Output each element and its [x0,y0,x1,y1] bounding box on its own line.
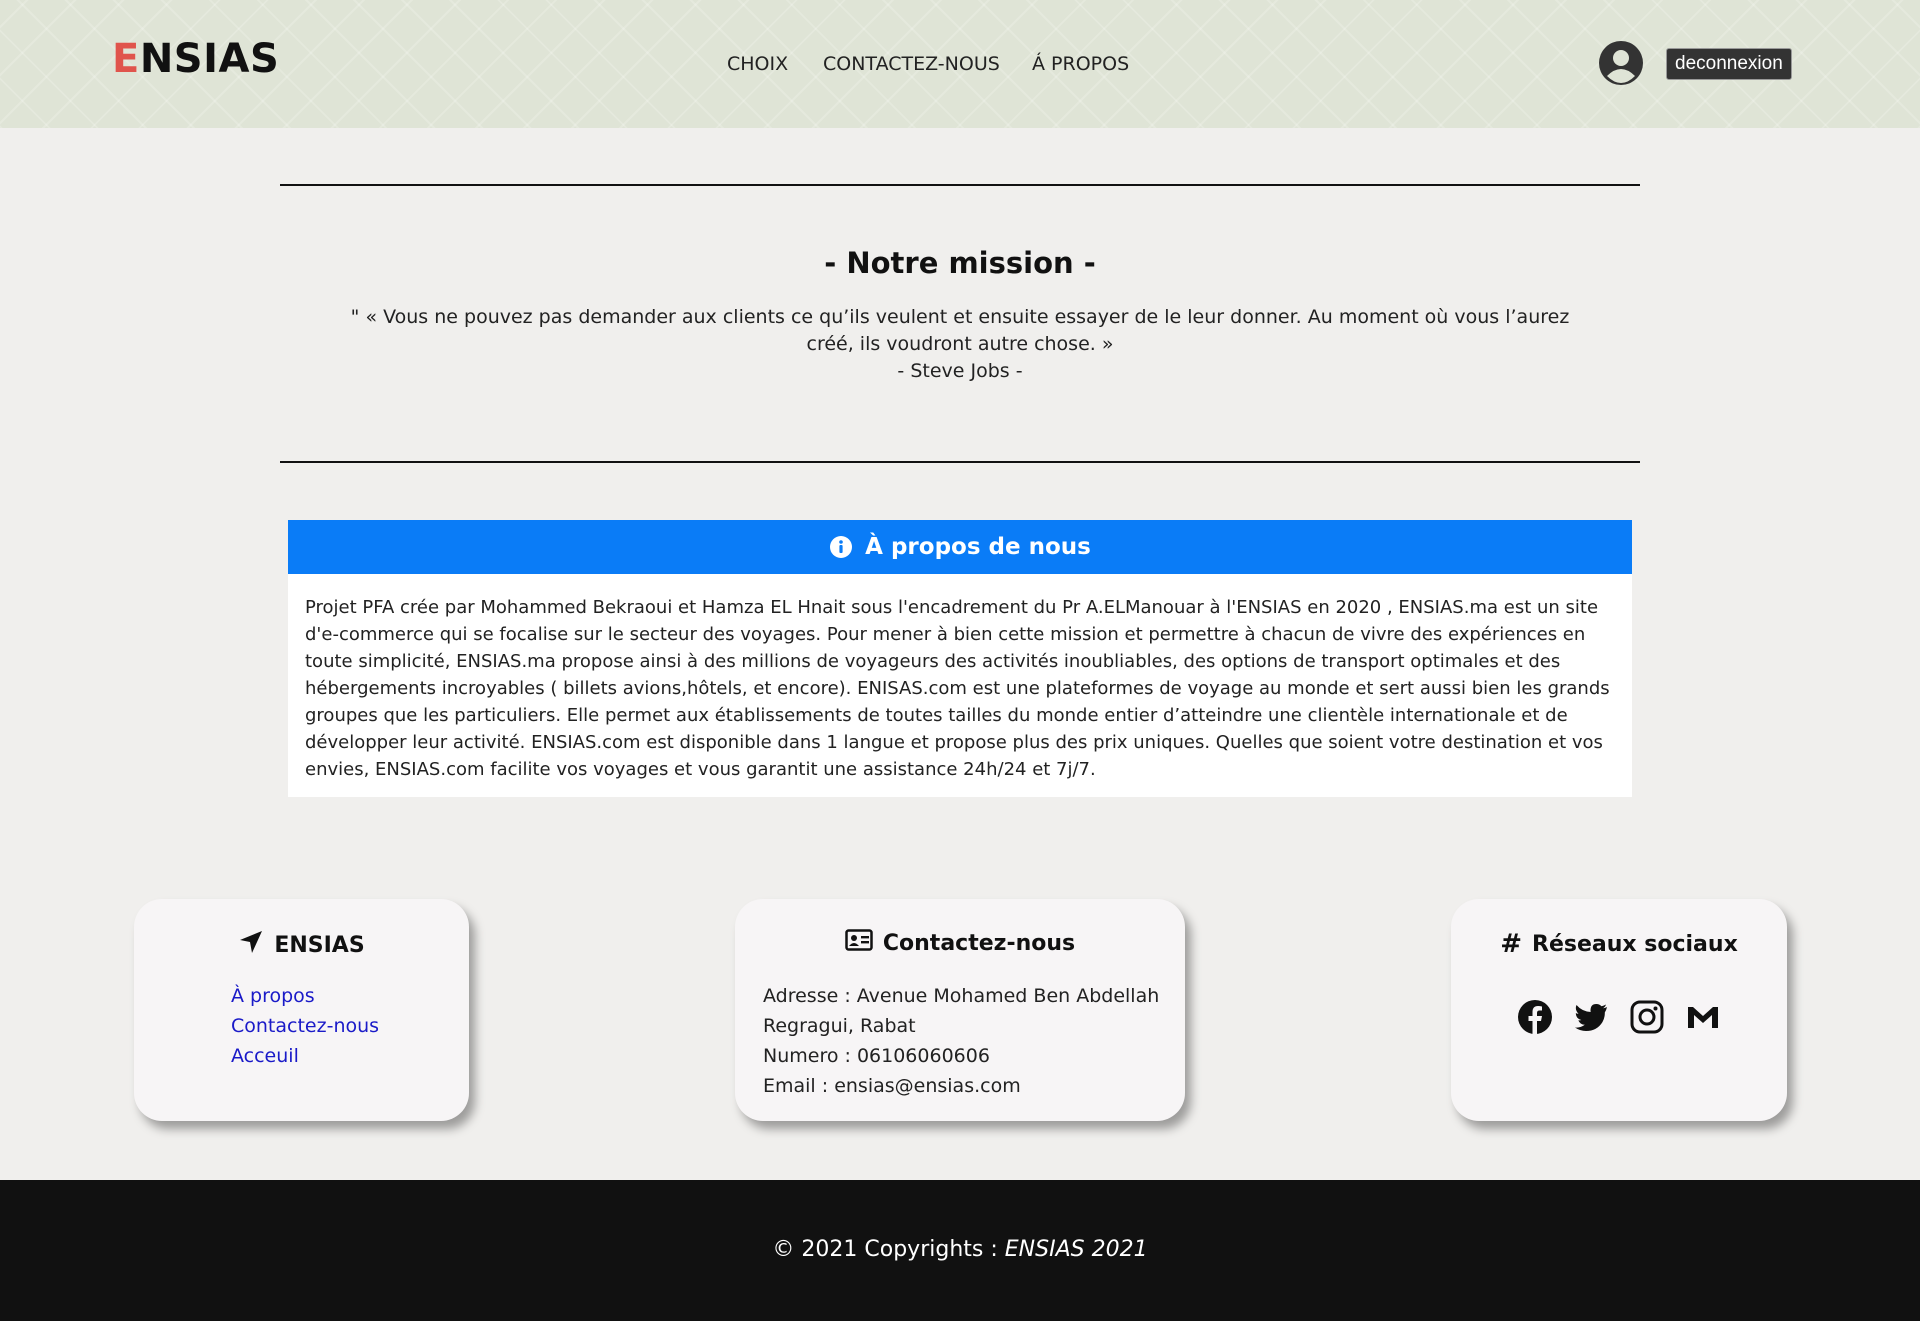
footer-card-contact: Contactez-nous Adresse : Avenue Mohamed … [735,899,1185,1121]
about-title: À propos de nous [865,534,1091,560]
mission-title: - Notre mission - [824,246,1096,280]
user-avatar-icon[interactable] [1598,40,1644,86]
hashtag-icon: # [1500,929,1523,959]
mission-author: - Steve Jobs - [897,360,1023,382]
address-card-icon [845,929,883,957]
site-header: ENSIAS CHOIX CONTACTEZ-NOUS Á PROPOS dec… [0,0,1920,128]
footer-card-social: # Réseaux sociaux [1451,899,1787,1121]
copyright-text: © 2021 Copyrights : ENSIAS 2021 [772,1237,1148,1262]
contact-address-line1: Adresse : Avenue Mohamed Ben Abdellah [763,985,1160,1007]
twitter-icon[interactable] [1573,999,1609,1035]
logout-button[interactable]: deconnexion [1666,48,1792,80]
contact-address-line2: Regragui, Rabat [763,1015,916,1037]
gmail-icon[interactable] [1685,999,1721,1035]
ensias-links: À propos Contactez-nous Acceuil [231,981,379,1071]
divider-bottom [280,461,1640,463]
footer-link-accueil[interactable]: Acceuil [231,1041,379,1071]
contact-phone: Numero : 06106060606 [763,1045,990,1067]
mission-quote: " « Vous ne pouvez pas demander aux clie… [350,306,1570,355]
contact-lines: Adresse : Avenue Mohamed Ben Abdellah Re… [763,981,1163,1101]
facebook-icon[interactable] [1517,999,1553,1035]
divider-top [280,184,1640,186]
contact-card-title: Contactez-nous [735,929,1185,957]
contact-email: Email : ensias@ensias.com [763,1075,1021,1097]
bottom-footer: © 2021 Copyrights : ENSIAS 2021 [0,1180,1920,1321]
footer-card-ensias: ENSIAS À propos Contactez-nous Acceuil [134,899,469,1121]
nav-link-contact[interactable]: CONTACTEZ-NOUS [823,53,1000,75]
instagram-icon[interactable] [1629,999,1665,1035]
social-card-title: # Réseaux sociaux [1500,929,1738,959]
about-card: À propos de nous Projet PFA crée par Moh… [288,520,1632,797]
location-arrow-icon [238,929,274,961]
social-icons [1451,999,1787,1035]
about-body: Projet PFA crée par Mohammed Bekraoui et… [305,597,1610,780]
nav-link-apropos[interactable]: Á PROPOS [1032,53,1129,75]
info-icon [829,535,853,559]
footer-link-apropos[interactable]: À propos [231,981,379,1011]
footer-link-contact[interactable]: Contactez-nous [231,1011,379,1041]
nav-link-choix[interactable]: CHOIX [727,53,788,75]
copyright-brand: ENSIAS 2021 [1004,1237,1148,1262]
about-header: À propos de nous [288,520,1632,574]
ensias-card-title: ENSIAS [134,929,469,961]
